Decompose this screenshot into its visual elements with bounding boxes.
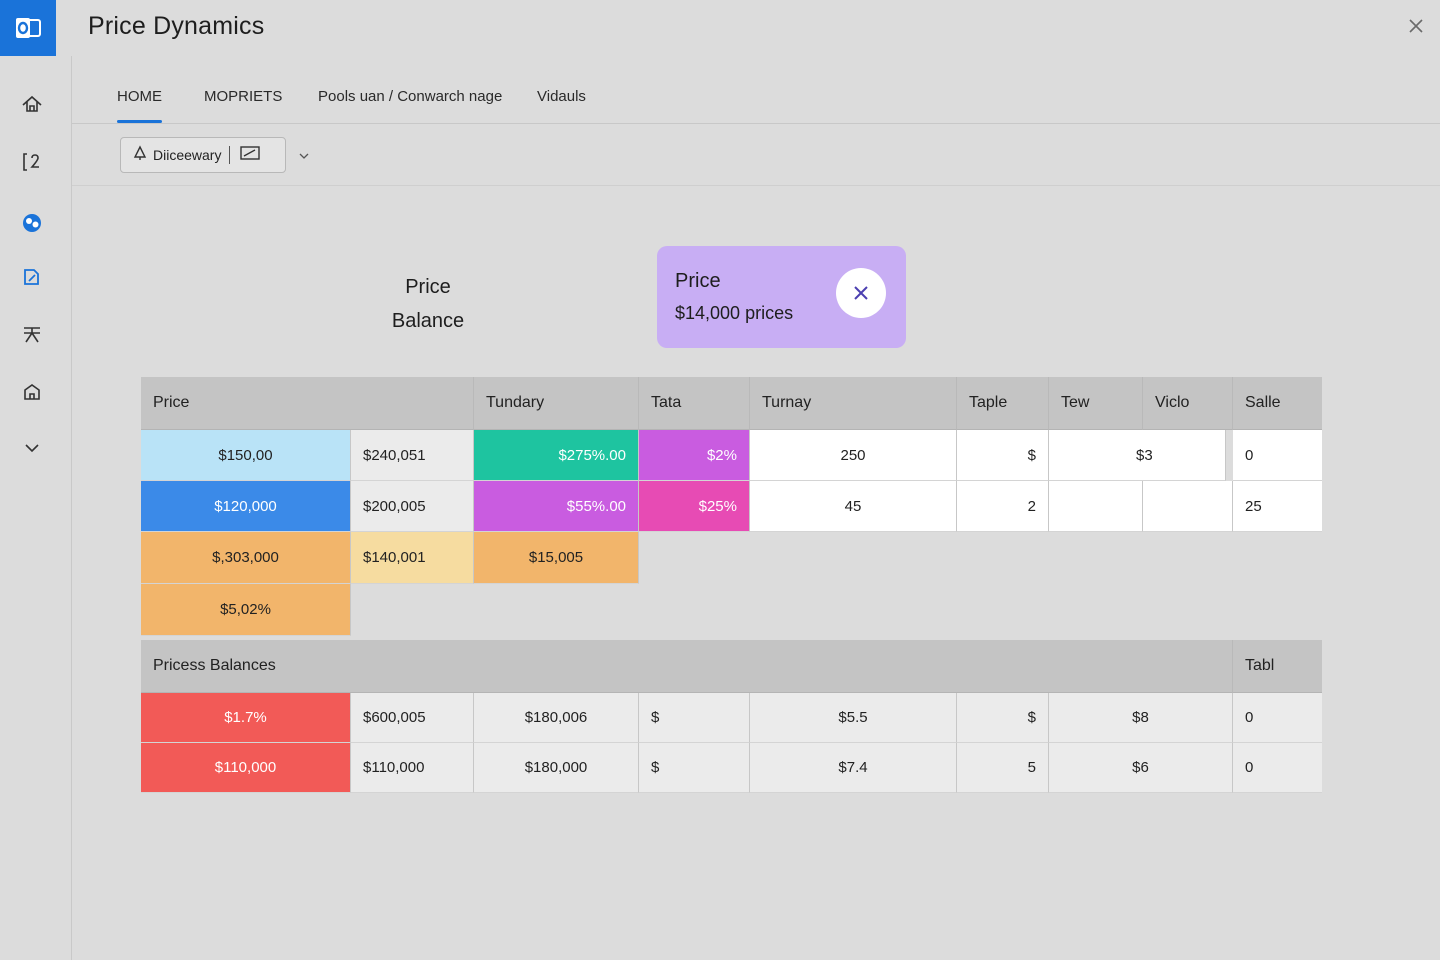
heading-line-1: Price xyxy=(405,276,451,298)
table-cell[interactable]: 2 xyxy=(957,481,1049,532)
table-cell[interactable]: $110,000 xyxy=(351,743,474,793)
toolbar: Diiceewary xyxy=(72,124,1440,186)
table-cell[interactable]: $ xyxy=(957,430,1049,481)
table-cell[interactable]: $,303,000 xyxy=(141,532,351,584)
table-cell[interactable]: $25% xyxy=(639,481,750,532)
table-cell[interactable]: 45 xyxy=(750,481,957,532)
chevron-down-icon[interactable] xyxy=(16,432,48,464)
table-row: $110,000 $110,000 $180,000 $ $7.4 5 $6 0 xyxy=(141,743,1322,793)
table-cell[interactable]: 5 xyxy=(957,743,1049,793)
table-cell[interactable]: $150,00 xyxy=(141,430,351,481)
settings-list-icon[interactable] xyxy=(16,318,48,350)
table-cell[interactable]: $240,051 xyxy=(351,430,474,481)
column-header[interactable]: Turnay xyxy=(750,377,957,430)
column-header[interactable]: Viclo xyxy=(1143,377,1233,430)
table-cell[interactable]: $ xyxy=(639,693,750,743)
table-row: $1.7% $600,005 $180,006 $ $5.5 $ $8 0 xyxy=(141,693,1322,743)
table-cell[interactable]: 25 xyxy=(1233,481,1322,532)
pin-icon xyxy=(133,144,147,166)
sidebar xyxy=(0,56,72,960)
table-cell[interactable]: $7.4 xyxy=(750,743,957,793)
image-edit-icon[interactable] xyxy=(240,145,261,165)
table-cell[interactable]: $3 xyxy=(1136,430,1226,481)
people-icon[interactable] xyxy=(16,207,48,239)
price-info-card: Price $14,000 prices xyxy=(657,246,906,348)
app-window: Price Dynamics HOME MOPRIETS Pools uan /… xyxy=(0,0,1440,960)
table-cell[interactable]: $180,000 xyxy=(474,743,639,793)
table-cell[interactable]: 250 xyxy=(750,430,957,481)
column-header[interactable]: Taple xyxy=(957,377,1049,430)
window-title: Price Dynamics xyxy=(88,12,265,40)
outlook-logo-icon[interactable] xyxy=(0,0,56,56)
table-cell[interactable]: $1.7% xyxy=(141,693,351,743)
table-cell[interactable]: $110,000 xyxy=(141,743,351,793)
building-icon[interactable] xyxy=(16,376,48,408)
close-window-icon[interactable] xyxy=(1402,12,1430,40)
table-header-row: Price Tundary Tata Turnay Taple Tew Vicl… xyxy=(141,377,1322,430)
table-cell[interactable]: $5.5 xyxy=(750,693,957,743)
toolbar-dropdown-chevron-icon[interactable] xyxy=(298,148,312,162)
table-row: $5,02% xyxy=(141,584,1322,636)
section-header-right-label[interactable]: Tabl xyxy=(1233,640,1322,693)
table-cell[interactable]: $120,000 xyxy=(141,481,351,532)
dictionary-label: Diiceewary xyxy=(153,147,222,163)
toolbar-separator xyxy=(229,146,231,164)
edit-icon[interactable] xyxy=(16,261,48,293)
heading-line-2: Balance xyxy=(391,310,465,332)
ribbon-tabs: HOME MOPRIETS Pools uan / Conwarch nage … xyxy=(72,56,1440,124)
tab-home[interactable]: HOME xyxy=(117,88,162,123)
table-cell[interactable]: $ xyxy=(957,693,1049,743)
table-cell[interactable]: $5,02% xyxy=(141,584,351,636)
table-cell[interactable]: $ xyxy=(639,743,750,793)
column-header[interactable]: Salle xyxy=(1233,377,1322,430)
column-header[interactable]: Tata xyxy=(639,377,750,430)
table-cell[interactable]: $6 xyxy=(1049,743,1233,793)
document-icon[interactable] xyxy=(16,146,48,178)
table-cell[interactable]: $15,005 xyxy=(474,532,639,584)
section-header-label: Pricess Balances xyxy=(141,640,1233,693)
table-cell[interactable]: $275%.00 xyxy=(474,430,639,481)
table-row: $120,000 $200,005 $55%.00 $25% 45 2 25 xyxy=(141,481,1322,532)
table-cell[interactable] xyxy=(1049,430,1143,481)
table-cell[interactable] xyxy=(1143,481,1233,532)
table-cell[interactable]: $2% xyxy=(639,430,750,481)
table-cell[interactable]: $140,001 xyxy=(351,532,474,584)
home-icon[interactable] xyxy=(16,88,48,120)
table-cell[interactable]: 0 xyxy=(1233,743,1322,793)
table-cell[interactable]: $600,005 xyxy=(351,693,474,743)
column-header[interactable]: Tundary xyxy=(474,377,639,430)
tab-vidauls[interactable]: Vidauls xyxy=(537,88,586,105)
price-balance-heading: Price Balance xyxy=(360,270,496,338)
column-header[interactable]: Tew xyxy=(1049,377,1143,430)
tab-mopriets[interactable]: MOPRIETS xyxy=(204,88,282,105)
column-header[interactable]: Price xyxy=(141,377,474,430)
table-cell[interactable]: $55%.00 xyxy=(474,481,639,532)
table-cell[interactable]: 0 xyxy=(1233,693,1322,743)
table-row: $150,00 $240,051 $275%.00 $2% 250 $ $3 0 xyxy=(141,430,1322,481)
table-cell[interactable]: 0 xyxy=(1233,430,1322,481)
table-cell[interactable] xyxy=(1049,481,1143,532)
table-cell[interactable]: $8 xyxy=(1049,693,1233,743)
table-cell[interactable]: $180,006 xyxy=(474,693,639,743)
section-header-row: Pricess Balances Tabl xyxy=(141,640,1322,693)
dictionary-button[interactable]: Diiceewary xyxy=(120,137,286,173)
tab-pools[interactable]: Pools uan / Conwarch nage xyxy=(318,88,502,105)
table-cell[interactable]: $200,005 xyxy=(351,481,474,532)
close-card-icon[interactable] xyxy=(836,268,886,318)
table-row: $,303,000 $140,001 $15,005 xyxy=(141,532,1322,584)
